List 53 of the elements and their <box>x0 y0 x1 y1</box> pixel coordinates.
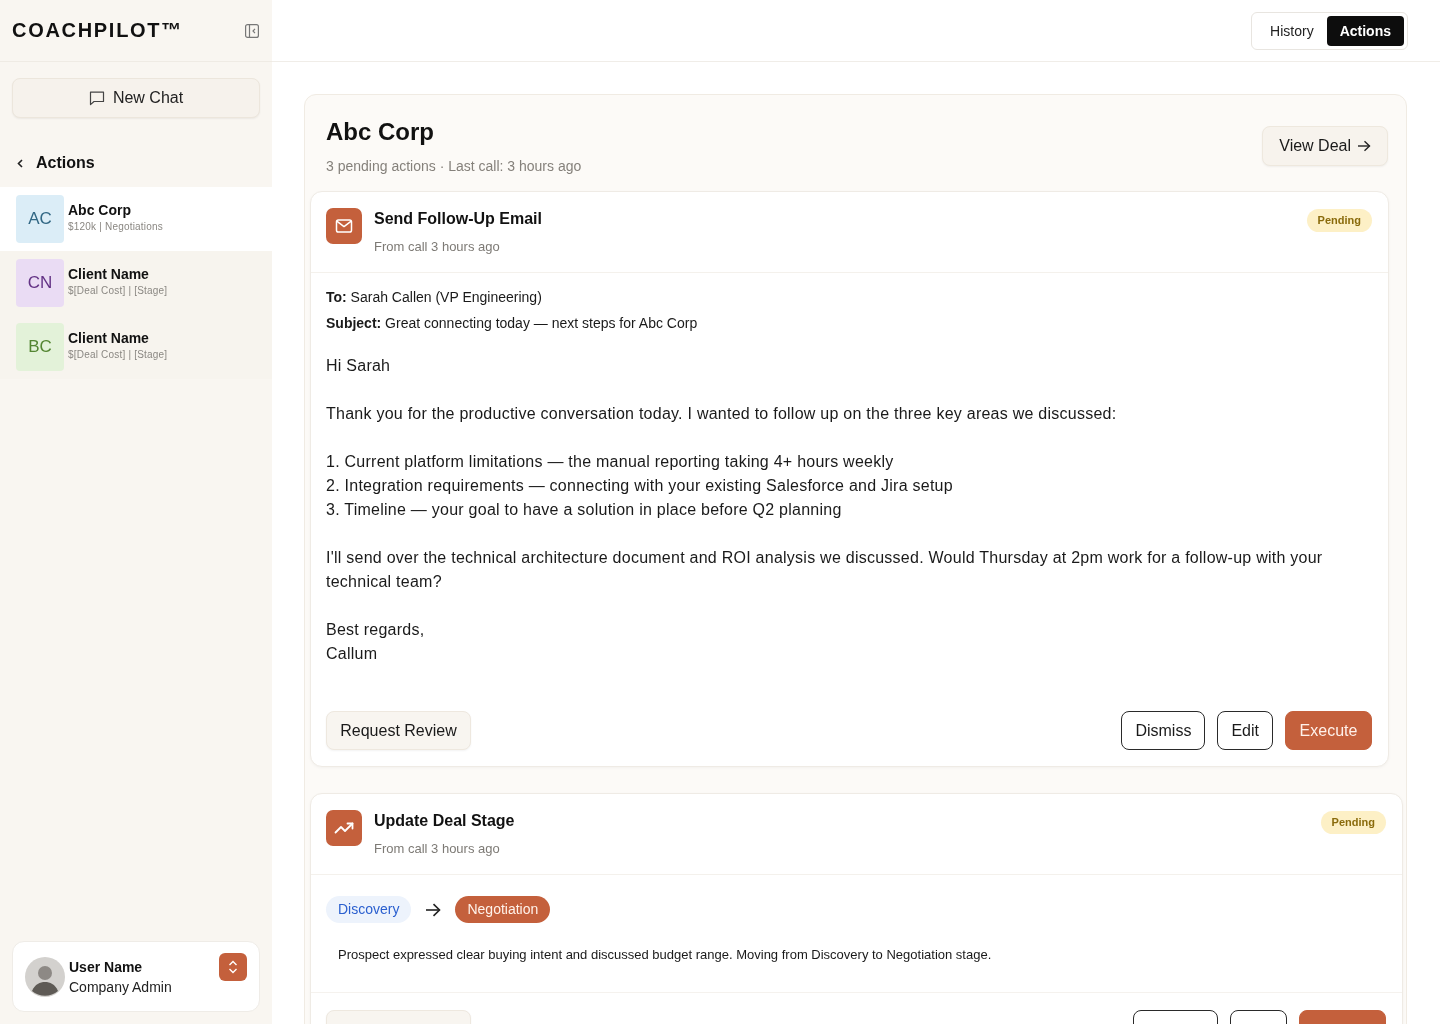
user-role: Company Admin <box>69 978 172 995</box>
envelope-icon <box>326 208 362 244</box>
email-recipient: To: Sarah Callen (VP Engineering) <box>326 288 542 307</box>
deal-list-item[interactable]: AC Abc Corp $120k | Negotiations <box>0 187 272 251</box>
actions-back-button[interactable]: Actions <box>17 139 95 187</box>
deal-meta: $120k | Negotiations <box>68 221 163 232</box>
chevrons-up-down-icon <box>228 960 238 974</box>
trend-up-icon <box>326 810 362 846</box>
deal-name: Abc Corp <box>68 202 132 218</box>
email-list-item: 1. Current platform limitations — the manual reporting taking 4+ hours weekly <box>326 452 894 472</box>
email-closing-line: Callum <box>326 644 378 664</box>
account-switcher-button[interactable] <box>219 953 247 981</box>
email-paragraph: Thank you for the productive conversation today. I wanted to follow up on the three key areas we discussed: <box>326 404 1117 424</box>
deal-summary: 3 pending actions · Last call: 3 hours ago <box>326 157 582 176</box>
view-tab[interactable]: Actions <box>1326 15 1404 46</box>
deal-name: Client Name <box>68 330 150 346</box>
execute-button[interactable]: Execute <box>1285 711 1372 750</box>
dismiss-button[interactable]: Dismiss <box>1121 711 1206 750</box>
edit-button[interactable]: Edit <box>1217 711 1273 750</box>
deal-name: Client Name <box>68 266 150 282</box>
email-list-item: 2. Integration requirements — connecting with your existing Salesforce and Jira setup <box>326 476 953 496</box>
logo: COACHPILOT™ <box>12 19 183 42</box>
sidebar-toggle-icon[interactable] <box>245 23 259 38</box>
action-source: From call 3 hours ago <box>374 238 501 256</box>
email-closing-line: Best regards, <box>326 620 425 640</box>
chat-bubble-icon <box>88 90 105 106</box>
review-button[interactable]: Request Review <box>326 711 471 750</box>
email-subject: Subject: Great connecting today — next steps for Abc Corp <box>326 314 698 333</box>
action-title: Send Follow-Up Email <box>374 209 543 229</box>
email-greeting: Hi Sarah <box>326 356 391 376</box>
action-source: From call 3 hours ago <box>374 840 501 858</box>
initials-avatar: CN <box>16 259 64 307</box>
deal-meta: $[Deal Cost] | [Stage] <box>68 349 168 360</box>
stage-change-reason: Prospect expressed clear buying intent and discussed budget range. Moving from Discovery to Negotiation stage. <box>338 946 993 964</box>
status-badge: Pending <box>1306 209 1372 232</box>
view-deal-button[interactable]: View Deal <box>1262 126 1388 166</box>
deal-meta: $[Deal Cost] | [Stage] <box>68 285 168 296</box>
status-badge: Pending <box>1320 811 1386 834</box>
arrow-right-icon <box>425 902 442 917</box>
chevron-left-icon <box>17 158 23 168</box>
initials-avatar: AC <box>16 195 64 243</box>
view-tab[interactable]: History <box>1255 15 1327 46</box>
current-stage-tag: Discovery <box>326 896 412 923</box>
deal-title: Abc Corp <box>326 117 435 147</box>
initials-avatar: BC <box>16 323 64 371</box>
email-list-item: 3. Timeline — your goal to have a solution in place before Q2 planning <box>326 500 842 520</box>
new-chat-button[interactable]: New Chat <box>12 78 260 118</box>
user-name: User Name <box>69 958 144 975</box>
arrow-right-icon <box>1357 140 1371 152</box>
email-paragraph: I'll send over the technical architecture document and ROI analysis we discussed. Would Thursday at 2pm work for a follow-up with your technical team? <box>326 548 1324 592</box>
user-silhouette-icon <box>25 956 65 997</box>
action-title: Update Deal Stage <box>374 811 516 831</box>
new-stage-tag: Negotiation <box>455 896 551 923</box>
